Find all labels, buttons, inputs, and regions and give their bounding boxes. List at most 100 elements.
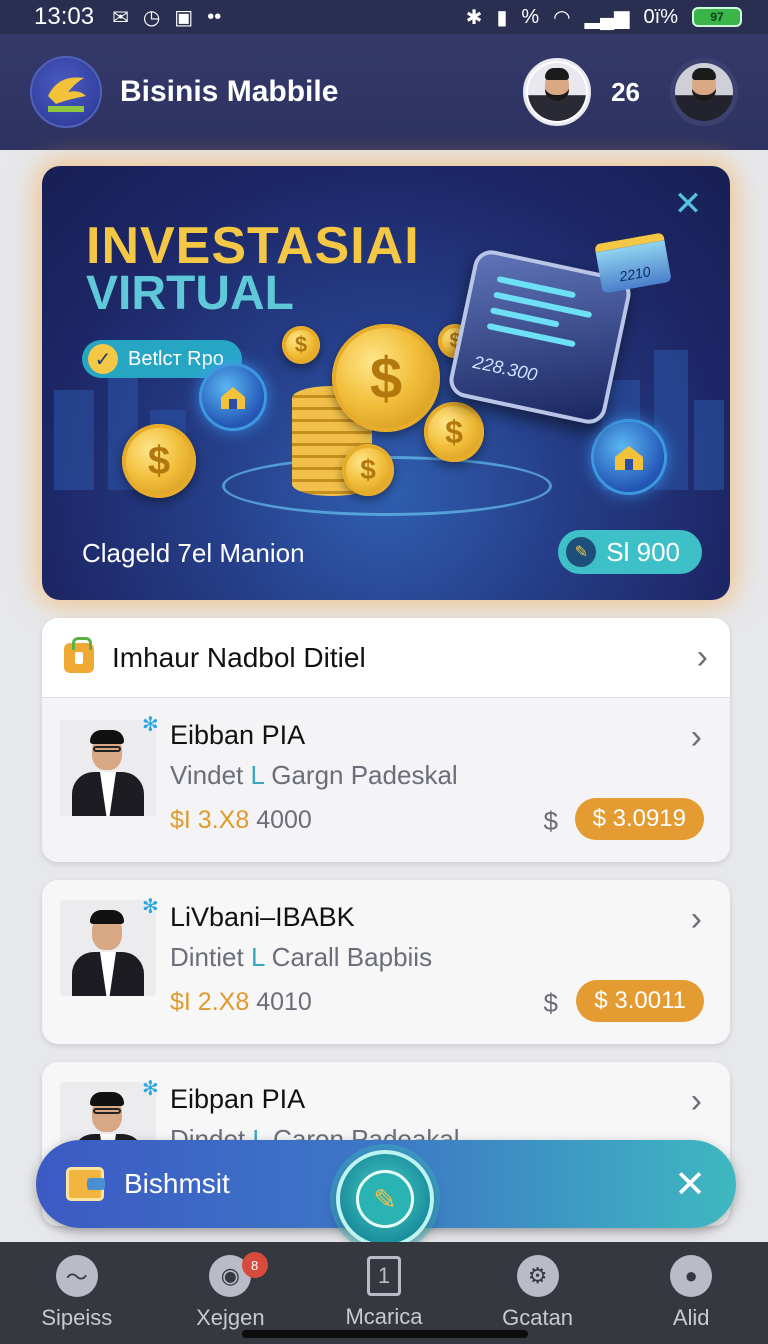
verified-icon: ✻ xyxy=(142,1078,159,1100)
coin-icon: $ xyxy=(342,444,394,496)
close-icon[interactable]: ✕ xyxy=(674,1162,706,1207)
chevron-right-icon: › xyxy=(690,718,702,756)
currency-symbol: $ xyxy=(543,988,558,1018)
notification-icons: ✉ ◷ ▣ •• xyxy=(112,5,221,30)
banner-caption: Clageld 7el Manion xyxy=(82,538,305,568)
app-header: Bisinis Mabbile 26 xyxy=(0,34,768,150)
user-icon: ● xyxy=(670,1255,713,1297)
price-tag-value: 2210 xyxy=(618,263,652,285)
section-header[interactable]: Imhaur Nadbol Ditiel › xyxy=(42,618,730,698)
nav-item-alid[interactable]: ● Alid xyxy=(614,1242,768,1344)
bottom-navigation: 〜 Sipeiss ◉ 8 Xejgen 1 Mcarica ⚙ Gcatan … xyxy=(0,1242,768,1344)
check-icon: ✓ xyxy=(88,344,118,374)
person-subtitle: Dintiet L Carall Bapbiis xyxy=(170,942,432,973)
nav-item-xejgen[interactable]: ◉ 8 Xejgen xyxy=(154,1242,308,1344)
nav-label: Xejgen xyxy=(196,1305,265,1330)
battery-level: 97 xyxy=(710,10,724,24)
person-subtitle: Vindet L Gargn Padeskal xyxy=(170,760,458,791)
subtitle-part: Carall Bapbiis xyxy=(271,942,433,972)
subtitle-part: Vindet xyxy=(170,760,244,790)
shopping-bag-icon xyxy=(64,636,94,673)
person-name: Eibban PIA xyxy=(170,720,306,750)
more-icon: •• xyxy=(207,5,222,28)
gear-icon: ⚙ xyxy=(516,1255,559,1297)
close-banner-icon[interactable]: ✕ xyxy=(668,184,708,224)
notification-count[interactable]: 26 xyxy=(611,77,640,108)
header-actions: 26 xyxy=(523,58,738,126)
section-title: Imhaur Nadbol Ditiel xyxy=(112,641,366,673)
nav-item-gcatan[interactable]: ⚙ Gcatan xyxy=(461,1242,615,1344)
coin-icon: $ xyxy=(122,424,196,498)
verified-icon: ✻ xyxy=(142,714,159,736)
wallet-icon xyxy=(66,1167,105,1201)
subtitle-separator: L xyxy=(250,760,265,790)
floating-bar-label: Bishmsit xyxy=(124,1168,230,1199)
mail-icon: ✉ xyxy=(112,6,129,29)
mute-icon: % xyxy=(521,5,540,28)
person-name: LiVbani–IBABK xyxy=(170,902,355,932)
value-main: $I 3.X8 xyxy=(170,806,250,834)
nav-item-sipeiss[interactable]: 〜 Sipeiss xyxy=(0,1242,154,1344)
status-time: 13:03 xyxy=(34,3,95,30)
profile-avatar[interactable] xyxy=(523,58,592,126)
vibrate-icon: ▮ xyxy=(496,6,508,29)
bluetooth-icon: ✱ xyxy=(465,6,483,29)
price-badge[interactable]: $ 3.0011 xyxy=(576,980,704,1022)
currency-symbol: $ xyxy=(543,806,558,836)
nav-label: Mcarica xyxy=(345,1304,423,1329)
price-tag-graphic: 2210 xyxy=(594,232,672,294)
status-bar: 13:03 ✉ ◷ ▣ •• ✱ ▮ % ◠ ▂▄▆ 0ï% 97 xyxy=(0,0,768,34)
pill-label: Betlст Rpo xyxy=(128,347,224,370)
featured-list-card: Imhaur Nadbol Ditiel › ✻ Eibban PIA Vind… xyxy=(42,618,730,862)
value-main: $I 2.X8 xyxy=(170,988,250,1016)
chevron-right-icon: › xyxy=(696,638,708,676)
subtitle-separator: L xyxy=(250,942,265,972)
avatar-photo xyxy=(675,63,733,121)
system-icons: ✱ ▮ % ◠ ▂▄▆ 0ï% 97 xyxy=(466,5,742,30)
value-tail: 4010 xyxy=(256,988,312,1016)
coin-icon: $ xyxy=(282,326,320,364)
coin-icon: $ xyxy=(332,324,440,432)
chevron-right-icon: › xyxy=(690,900,702,938)
person-value: $I 3.X8 4000 xyxy=(170,806,312,835)
avatar-photo xyxy=(528,63,587,121)
person-name: Eibpan PIA xyxy=(170,1084,306,1114)
banner-subheadline: VIRTUAL xyxy=(86,267,294,320)
banner-amount-button[interactable]: ✎ Sl 900 xyxy=(558,530,702,574)
nav-label: Gcatan xyxy=(502,1305,574,1330)
signal-text: 0ï% xyxy=(643,5,678,28)
nav-label: Alid xyxy=(672,1305,710,1330)
nav-item-mcarica[interactable]: 1 Mcarica xyxy=(307,1242,461,1344)
pen-icon: ✎ xyxy=(566,537,597,567)
battery-icon: 97 xyxy=(692,7,742,27)
secondary-avatar[interactable] xyxy=(670,58,738,126)
price-badge[interactable]: $ 3.0919 xyxy=(574,798,704,840)
app-title: Bisinis Mabbile xyxy=(120,75,339,108)
wave-icon: 〜 xyxy=(55,1255,98,1297)
person-value: $I 2.X8 4010 xyxy=(170,988,312,1017)
notification-badge: 8 xyxy=(241,1252,268,1278)
chevron-right-icon: › xyxy=(690,1082,702,1120)
timer-icon: ◷ xyxy=(142,6,161,29)
app-logo[interactable] xyxy=(30,56,102,128)
subtitle-part: Gargn Padeskal xyxy=(271,760,458,790)
value-tail: 4000 xyxy=(256,806,312,834)
house-bubble-icon xyxy=(594,422,664,492)
subtitle-part: Dintiet xyxy=(170,942,244,972)
bird-logo-icon xyxy=(48,77,86,112)
center-action-button[interactable]: ✎ xyxy=(336,1150,434,1248)
pen-icon: ✎ xyxy=(356,1170,414,1228)
coin-icon: $ xyxy=(424,402,484,462)
verified-icon: ✻ xyxy=(142,896,159,918)
camera-icon: ▣ xyxy=(174,6,194,29)
signal-icon: ▂▄▆ xyxy=(584,6,630,29)
promo-banner[interactable]: INVESTASIAI VIRTUAL ✕ ✓ Betlст Rpo $ $ $… xyxy=(42,166,730,600)
nav-label: Sipeiss xyxy=(41,1305,113,1330)
list-item[interactable]: ✻ LiVbani–IBABK Dintiet L Carall Bapbiis… xyxy=(42,880,730,1044)
house-bubble-icon xyxy=(202,366,264,428)
amount-value: Sl 900 xyxy=(606,536,680,567)
list-item[interactable]: ✻ Eibban PIA Vindet L Gargn Padeskal $I … xyxy=(42,698,730,862)
home-indicator[interactable] xyxy=(242,1330,528,1338)
document-icon: 1 xyxy=(366,1256,401,1296)
phone-value: 228.300 xyxy=(471,351,540,386)
